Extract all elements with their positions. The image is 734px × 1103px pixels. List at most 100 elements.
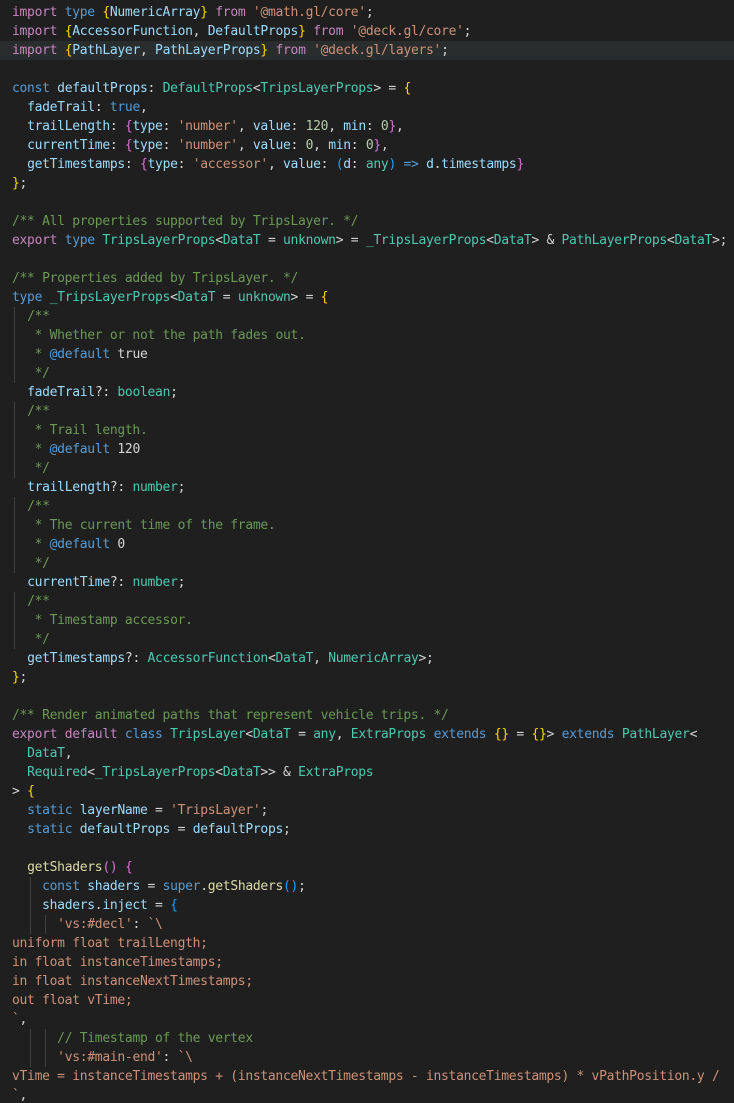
code-line[interactable]: /** Properties added by TripsLayer. */ xyxy=(0,269,734,288)
code-token: '@deck.gl/layers' xyxy=(313,43,442,58)
code-line[interactable]: DataT, xyxy=(0,744,734,763)
code-token: DataT xyxy=(252,727,291,742)
code-line[interactable]: /** xyxy=(0,592,734,611)
code-line[interactable]: import {AccessorFunction, DefaultProps} … xyxy=(0,22,734,41)
code-token: DataT xyxy=(222,765,261,780)
code-line[interactable]: */ xyxy=(0,459,734,478)
code-line[interactable]: type _TripsLayerProps<DataT = unknown> =… xyxy=(0,288,734,307)
code-line[interactable]: static layerName = 'TripsLayer'; xyxy=(0,801,734,820)
code-token: : xyxy=(350,138,366,153)
code-token: DataT xyxy=(27,746,65,761)
code-line[interactable]: /** xyxy=(0,307,734,326)
code-token: d xyxy=(426,157,434,172)
code-line[interactable] xyxy=(0,60,734,79)
code-line[interactable]: 'vs:#decl': `\ xyxy=(0,915,734,934)
code-line[interactable]: fadeTrail: true, xyxy=(0,98,734,117)
code-token: , xyxy=(19,1088,28,1103)
code-token: = xyxy=(260,233,284,248)
code-token: < xyxy=(170,290,178,305)
code-line[interactable]: > { xyxy=(0,782,734,801)
code-token: fadeTrail xyxy=(27,385,95,400)
code-token: uniform float trailLength; xyxy=(12,936,208,951)
code-token: // Timestamp of the vertex xyxy=(57,1031,253,1046)
code-token: = xyxy=(215,290,238,305)
code-token: in float instanceTimestamps; xyxy=(12,955,223,970)
code-line[interactable]: in float instanceTimestamps; xyxy=(0,953,734,972)
code-line[interactable]: */ xyxy=(0,554,734,573)
code-line[interactable]: }; xyxy=(0,174,734,193)
code-line[interactable]: * Timestamp accessor. xyxy=(0,611,734,630)
code-line[interactable]: /** All properties supported by TripsLay… xyxy=(0,212,734,231)
code-line[interactable]: fadeTrail?: boolean; xyxy=(0,383,734,402)
code-editor[interactable]: import type {NumericArray} from '@math.g… xyxy=(0,0,734,1103)
code-line[interactable]: trailLength?: number; xyxy=(0,478,734,497)
code-token: DataT xyxy=(493,233,532,248)
code-token: } xyxy=(373,138,381,153)
code-line[interactable]: }; xyxy=(0,668,734,687)
code-line[interactable]: */ xyxy=(0,364,734,383)
code-line[interactable]: getShaders() { xyxy=(0,858,734,877)
code-token: _TripsLayerProps xyxy=(94,765,216,780)
code-line[interactable]: currentTime: {type: 'number', value: 0, … xyxy=(0,136,734,155)
code-token: any xyxy=(313,727,336,742)
code-token: PathLayer xyxy=(621,727,690,742)
code-line[interactable]: import {PathLayer, PathLayerProps} from … xyxy=(0,41,734,60)
code-token: 'number' xyxy=(177,138,239,153)
code-line[interactable]: // Timestamp of the vertex xyxy=(0,1029,734,1048)
code-line[interactable]: */ xyxy=(0,630,734,649)
code-token: type xyxy=(64,5,95,20)
code-line[interactable]: export type TripsLayerProps<DataT = unkn… xyxy=(0,231,734,250)
code-line[interactable]: Required<_TripsLayerProps<DataT>> & Extr… xyxy=(0,763,734,782)
code-line[interactable]: /** Render animated paths that represent… xyxy=(0,706,734,725)
code-line[interactable]: 'vs:#main-end': `\ xyxy=(0,1048,734,1067)
code-line[interactable]: * Whether or not the path fades out. xyxy=(0,326,734,345)
code-token: >; xyxy=(418,651,434,666)
code-token: { xyxy=(139,157,148,172)
code-line[interactable] xyxy=(0,839,734,858)
code-token: * xyxy=(27,442,50,457)
code-line[interactable]: * @default 120 xyxy=(0,440,734,459)
code-token: unknown xyxy=(283,233,336,248)
code-line[interactable] xyxy=(0,687,734,706)
code-token: type xyxy=(64,233,95,248)
code-line[interactable]: out float vTime; xyxy=(0,991,734,1010)
code-token: in float instanceNextTimestamps; xyxy=(12,974,253,989)
code-line[interactable]: /** xyxy=(0,402,734,421)
code-line[interactable]: trailLength: {type: 'number', value: 120… xyxy=(0,117,734,136)
code-line[interactable]: in float instanceNextTimestamps; xyxy=(0,972,734,991)
code-line[interactable]: * Trail length. xyxy=(0,421,734,440)
code-line[interactable]: import type {NumericArray} from '@math.g… xyxy=(0,3,734,22)
code-token: AccessorFunction xyxy=(72,24,193,39)
code-line[interactable] xyxy=(0,193,734,212)
code-line[interactable]: export default class TripsLayer<DataT = … xyxy=(0,725,734,744)
indent-guide xyxy=(45,1048,46,1067)
code-token: * Timestamp accessor. xyxy=(27,613,193,628)
code-line[interactable]: const defaultProps: DefaultProps<TripsLa… xyxy=(0,79,734,98)
code-token: DataT xyxy=(222,233,261,248)
code-token: from xyxy=(215,5,246,20)
code-line[interactable]: * @default true xyxy=(0,345,734,364)
code-line[interactable]: currentTime?: number; xyxy=(0,573,734,592)
code-line[interactable]: `, xyxy=(0,1086,734,1103)
code-token: */ xyxy=(27,461,50,476)
code-line[interactable]: getTimestamps?: AccessorFunction<DataT, … xyxy=(0,649,734,668)
code-line[interactable]: * The current time of the frame. xyxy=(0,516,734,535)
code-line[interactable]: const shaders = super.getShaders(); xyxy=(0,877,734,896)
code-token: } xyxy=(200,5,208,20)
code-token: type xyxy=(132,119,163,134)
code-line[interactable] xyxy=(0,250,734,269)
code-token: : xyxy=(109,138,125,153)
code-line[interactable]: getTimestamps: {type: 'accessor', value:… xyxy=(0,155,734,174)
code-token: default xyxy=(64,727,118,742)
code-token: , xyxy=(19,1012,28,1027)
code-token: > & xyxy=(531,233,562,248)
code-line[interactable]: static defaultProps = defaultProps; xyxy=(0,820,734,839)
code-line[interactable]: uniform float trailLength; xyxy=(0,934,734,953)
code-line[interactable]: `, xyxy=(0,1010,734,1029)
code-line[interactable]: vTime = instanceTimestamps + (instanceNe… xyxy=(0,1067,734,1086)
code-line[interactable]: /** xyxy=(0,497,734,516)
code-line[interactable]: shaders.inject = { xyxy=(0,896,734,915)
code-line[interactable]: * @default 0 xyxy=(0,535,734,554)
